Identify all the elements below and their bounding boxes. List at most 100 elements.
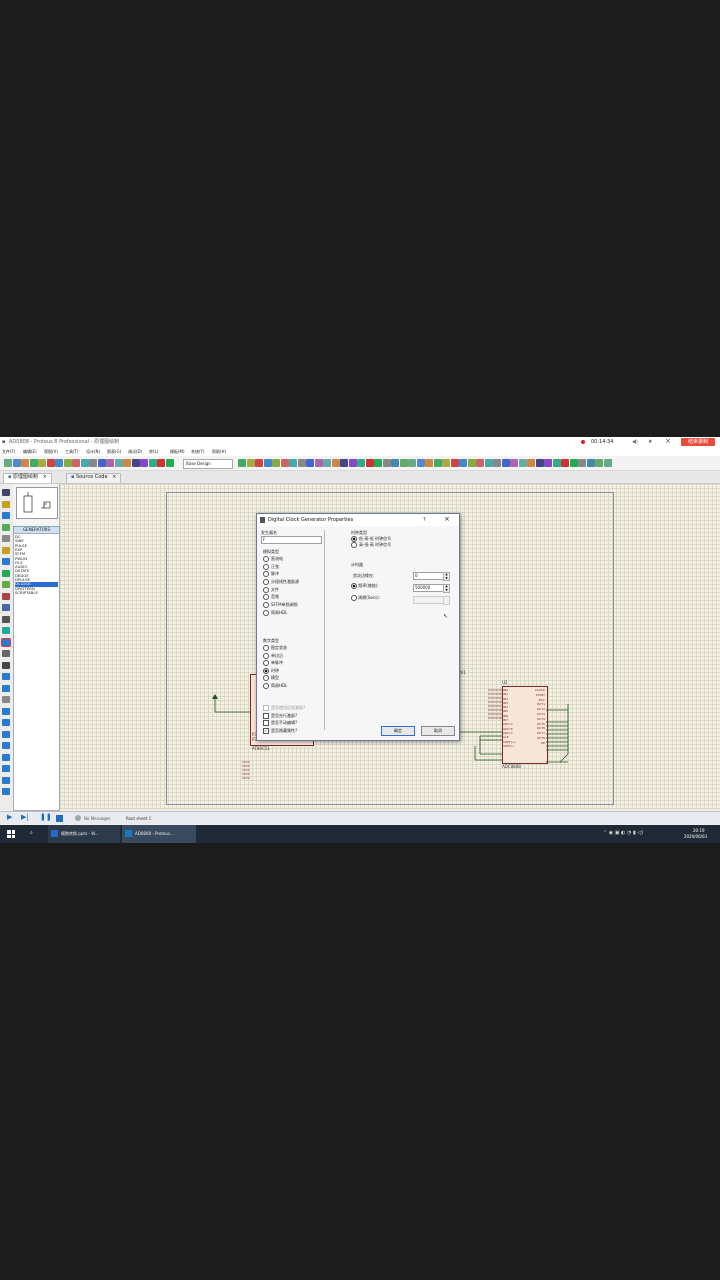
toolbar-tool-icon[interactable] (165, 459, 174, 467)
toolbar-tool-icon[interactable] (374, 459, 382, 467)
frequency-input[interactable]: 500000 (413, 584, 444, 592)
toolbar-tool-icon[interactable] (97, 459, 106, 467)
taskbar-app-ppt[interactable]: 模数转换.pptx - W... (48, 825, 120, 843)
toolbar-tool-icon[interactable] (255, 459, 263, 467)
first-edge-input[interactable]: 0 (413, 572, 444, 580)
toolbar-tool-icon[interactable] (535, 459, 544, 467)
digital-type-radio[interactable] (263, 660, 269, 666)
toolbar-tool-icon[interactable] (114, 459, 123, 467)
analog-type-radio[interactable] (263, 571, 269, 578)
analog-type-option[interactable]: 分段线性激励源 (263, 578, 299, 586)
toolbar-tool-icon[interactable] (46, 459, 55, 467)
analog-type-radio[interactable] (263, 586, 269, 593)
menu-item-2[interactable]: 视图(V) (44, 449, 58, 454)
toolbar-tool-icon[interactable] (246, 459, 255, 467)
mode-tool-icon[interactable] (2, 569, 10, 577)
toolbar-tool-icon[interactable] (493, 459, 501, 467)
mic-icon[interactable]: ♦ (648, 439, 652, 445)
toolbar-tool-icon[interactable] (148, 459, 157, 467)
menu-item-6[interactable]: 调试(D) (128, 449, 142, 454)
toolbar-tool-icon[interactable] (72, 459, 80, 467)
toolbar-tool-icon[interactable] (306, 459, 314, 467)
mode-tool-icon[interactable] (2, 512, 10, 519)
mode-tool-icon[interactable] (2, 489, 10, 496)
digital-type-option[interactable]: 模型 (263, 674, 287, 682)
option-checkbox-row[interactable]: 是否先行激励? (263, 712, 305, 720)
taskbar-app-proteus[interactable]: AD0808 - Proteus... (122, 825, 196, 843)
analog-type-option[interactable]: 正弦 (263, 563, 299, 571)
frequency-radio-row[interactable]: 频率(赫兹): (351, 583, 379, 589)
analog-type-option[interactable]: 音频 (263, 593, 299, 601)
mode-tool-icon[interactable] (2, 523, 10, 531)
toolbar-tool-icon[interactable] (21, 459, 29, 467)
mode-tool-icon[interactable] (2, 535, 10, 542)
mode-tool-icon[interactable] (2, 650, 10, 657)
search-icon[interactable]: ⌕ (30, 830, 33, 836)
mode-tool-icon[interactable] (2, 558, 10, 565)
mode-tool-icon[interactable] (2, 661, 10, 669)
analog-type-option[interactable]: 脉冲 (263, 570, 299, 578)
tab-source-code[interactable]: ▪ Source Code × (66, 473, 122, 483)
mode-tool-icon[interactable] (2, 788, 10, 795)
period-radio-row[interactable]: 周期(Secs): (351, 595, 380, 601)
tab-schematic[interactable]: ▪ 原理图绘制 × (3, 473, 52, 483)
toolbar-tool-icon[interactable] (425, 459, 433, 467)
analog-type-radio[interactable] (263, 602, 269, 609)
help-button[interactable]: ? (423, 517, 426, 523)
tab-close-icon[interactable]: × (43, 474, 47, 480)
analog-type-radio[interactable] (263, 563, 269, 570)
menu-item-9[interactable]: 系统(Y) (191, 449, 205, 454)
clock-type-radio[interactable] (351, 542, 357, 548)
toolbar-tool-icon[interactable] (391, 459, 399, 467)
play-icon[interactable]: ▶ (7, 814, 12, 821)
mode-tool-icon[interactable] (2, 581, 10, 588)
mode-tool-icon[interactable] (2, 707, 10, 715)
tray-icons[interactable]: ⌃ ◉ ▣ ◐ ◔ ▮ ◁) (603, 830, 643, 836)
digital-type-radio[interactable] (263, 675, 269, 681)
mode-tool-icon[interactable] (2, 696, 10, 703)
toolbar-tool-icon[interactable] (450, 459, 459, 467)
toolbar-tool-icon[interactable] (38, 459, 46, 467)
toolbar-tool-icon[interactable] (131, 459, 140, 467)
analog-type-radio[interactable] (263, 594, 269, 601)
toolbar-tool-icon[interactable] (382, 459, 391, 467)
toolbar-tool-icon[interactable] (238, 459, 246, 467)
ok-button[interactable]: 确定 (381, 726, 415, 736)
toolbar-tool-icon[interactable] (12, 459, 21, 467)
toolbar-tool-icon[interactable] (331, 459, 340, 467)
toolbar-tool-icon[interactable] (408, 459, 416, 467)
toolbar-tool-icon[interactable] (569, 459, 578, 467)
toolbar-tool-icon[interactable] (527, 459, 535, 467)
option-checkbox[interactable] (263, 720, 269, 726)
toolbar-tool-icon[interactable] (4, 459, 12, 467)
analog-type-radio[interactable] (263, 609, 269, 616)
toolbar-tool-icon[interactable] (399, 459, 408, 467)
period-input[interactable] (413, 596, 444, 604)
period-radio[interactable] (351, 595, 357, 601)
toolbar-tool-icon[interactable] (586, 459, 595, 467)
mode-tool-icon[interactable] (2, 673, 10, 680)
digital-type-option[interactable]: 单脉冲 (263, 659, 287, 667)
menu-item-1[interactable]: 编辑(E) (23, 449, 37, 454)
dialog-close-button[interactable]: × (444, 516, 450, 523)
toolbar-tool-icon[interactable] (459, 459, 467, 467)
toolbar-tool-icon[interactable] (157, 459, 165, 467)
toolbar-tool-icon[interactable] (280, 459, 289, 467)
option-checkbox-row[interactable]: 是否手动编辑? (263, 719, 305, 727)
digital-type-radio[interactable] (263, 682, 269, 689)
menu-item-7[interactable]: 库(L) (149, 449, 158, 454)
toolbar-tool-icon[interactable] (510, 459, 518, 467)
mode-tool-icon[interactable] (2, 742, 10, 749)
digital-type-radio[interactable] (263, 652, 269, 659)
messages-status[interactable]: No Messages (84, 816, 110, 821)
analog-type-radio[interactable] (263, 579, 269, 586)
option-checkbox[interactable]: ✓ (263, 727, 269, 734)
toolbar-tool-icon[interactable] (340, 459, 348, 467)
mode-tool-icon[interactable] (2, 500, 10, 508)
toolbar-tool-icon[interactable] (484, 459, 493, 467)
toolbar-tool-icon[interactable] (140, 459, 148, 467)
mode-tool-icon[interactable] (2, 765, 10, 772)
digital-type-option[interactable]: 稳定状态 (263, 644, 287, 652)
toolbar-tool-icon[interactable] (442, 459, 450, 467)
first-edge-spinner[interactable]: ▲ ▼ (443, 572, 450, 581)
